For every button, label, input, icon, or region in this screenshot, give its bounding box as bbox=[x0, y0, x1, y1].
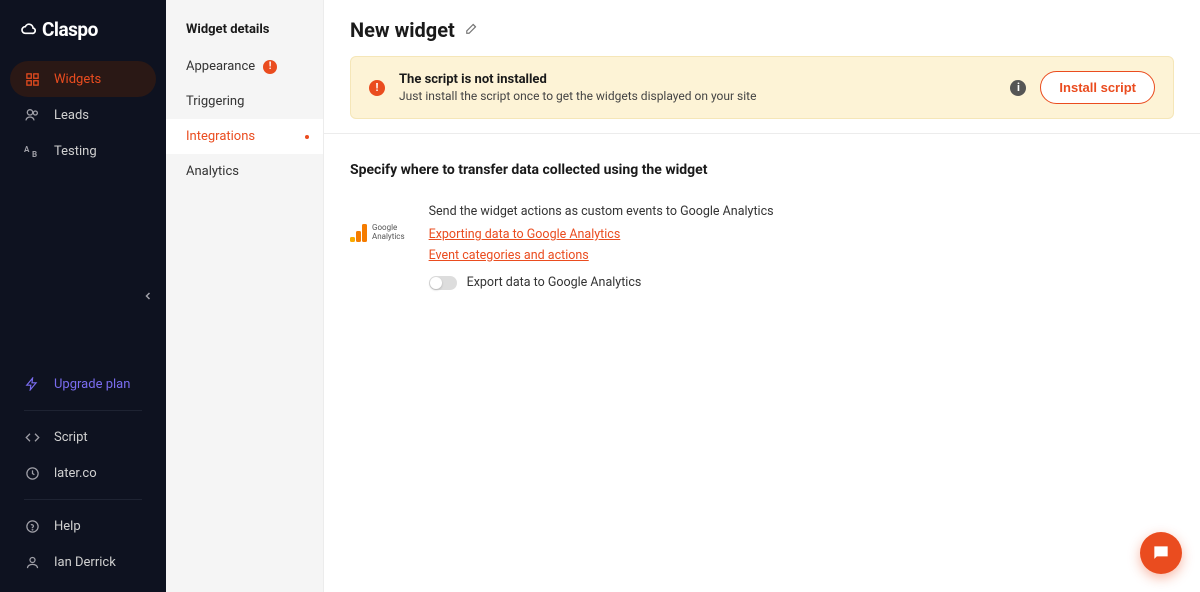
link-event-categories[interactable]: Event categories and actions bbox=[429, 248, 589, 263]
nav-help[interactable]: Help bbox=[10, 508, 156, 544]
users-icon bbox=[24, 107, 40, 123]
ga-description: Send the widget actions as custom events… bbox=[429, 204, 1174, 219]
svg-text:A: A bbox=[24, 145, 30, 154]
brand-logo[interactable]: Claspo bbox=[0, 0, 166, 61]
svg-text:B: B bbox=[32, 150, 37, 159]
help-icon bbox=[24, 518, 40, 534]
details-label: Appearance bbox=[186, 59, 255, 74]
info-icon[interactable]: i bbox=[1010, 80, 1026, 96]
page-header: New widget bbox=[324, 0, 1200, 56]
chat-support-button[interactable] bbox=[1140, 532, 1182, 574]
integrations-section: Specify where to transfer data collected… bbox=[324, 134, 1200, 318]
ga-icon bbox=[350, 224, 368, 242]
nav-label: Widgets bbox=[54, 72, 101, 87]
nav-bottom-group: Upgrade plan Script later.co Help bbox=[0, 366, 166, 592]
warning-badge-icon: ! bbox=[263, 60, 277, 74]
grid-icon bbox=[24, 71, 40, 87]
details-label: Analytics bbox=[186, 164, 239, 179]
nav-label: Help bbox=[54, 519, 81, 534]
banner-desc: Just install the script once to get the … bbox=[399, 89, 996, 103]
banner-title: The script is not installed bbox=[399, 72, 996, 87]
main-content: New widget ! The script is not installed… bbox=[324, 0, 1200, 592]
ga-toggle-label: Export data to Google Analytics bbox=[467, 275, 642, 290]
nav-top-group: Widgets Leads AB Testing bbox=[0, 61, 166, 169]
code-icon bbox=[24, 429, 40, 445]
lightning-icon bbox=[24, 376, 40, 392]
page-title: New widget bbox=[350, 18, 455, 42]
ab-test-icon: AB bbox=[24, 143, 40, 159]
nav-widgets[interactable]: Widgets bbox=[10, 61, 156, 97]
install-script-button[interactable]: Install script bbox=[1040, 71, 1155, 104]
nav-label: Leads bbox=[54, 108, 89, 123]
google-analytics-logo: Google Analytics bbox=[350, 204, 405, 242]
nav-testing[interactable]: AB Testing bbox=[10, 133, 156, 169]
alert-icon: ! bbox=[369, 80, 385, 96]
nav-user-account[interactable]: Ian Derrick bbox=[10, 544, 156, 580]
nav-label: Script bbox=[54, 430, 88, 445]
details-appearance[interactable]: Appearance ! bbox=[166, 49, 323, 84]
nav-label: later.co bbox=[54, 466, 97, 481]
details-heading: Widget details bbox=[166, 0, 323, 49]
widget-details-sidebar: Widget details Appearance ! Triggering I… bbox=[166, 0, 324, 592]
nav-leads[interactable]: Leads bbox=[10, 97, 156, 133]
nav-script[interactable]: Script bbox=[10, 419, 156, 455]
ga-brand-line2: Analytics bbox=[372, 233, 405, 242]
nav-domain[interactable]: later.co bbox=[10, 455, 156, 491]
banner-text: The script is not installed Just install… bbox=[399, 72, 996, 103]
details-label: Integrations bbox=[186, 129, 255, 144]
user-icon bbox=[24, 554, 40, 570]
nav-upgrade-plan[interactable]: Upgrade plan bbox=[10, 366, 156, 402]
divider bbox=[24, 410, 142, 411]
details-integrations[interactable]: Integrations bbox=[166, 119, 323, 154]
ga-brand-text: Google Analytics bbox=[372, 224, 405, 242]
details-analytics[interactable]: Analytics bbox=[166, 154, 323, 189]
install-script-banner: ! The script is not installed Just insta… bbox=[350, 56, 1174, 119]
cloud-icon bbox=[20, 22, 36, 38]
collapse-sidebar-icon[interactable] bbox=[142, 290, 154, 306]
brand-name: Claspo bbox=[42, 18, 98, 41]
divider bbox=[24, 499, 142, 500]
nav-label: Ian Derrick bbox=[54, 555, 116, 570]
clock-icon bbox=[24, 465, 40, 481]
main-sidebar: Claspo Widgets Leads AB Testing bbox=[0, 0, 166, 592]
link-exporting-data[interactable]: Exporting data to Google Analytics bbox=[429, 227, 621, 242]
details-triggering[interactable]: Triggering bbox=[166, 84, 323, 119]
section-title: Specify where to transfer data collected… bbox=[350, 162, 1174, 178]
nav-label: Upgrade plan bbox=[54, 377, 130, 392]
ga-integration-row: Google Analytics Send the widget actions… bbox=[350, 204, 1174, 290]
ga-export-toggle[interactable] bbox=[429, 276, 457, 290]
edit-title-icon[interactable] bbox=[465, 21, 479, 39]
details-label: Triggering bbox=[186, 94, 244, 109]
nav-label: Testing bbox=[54, 144, 97, 159]
